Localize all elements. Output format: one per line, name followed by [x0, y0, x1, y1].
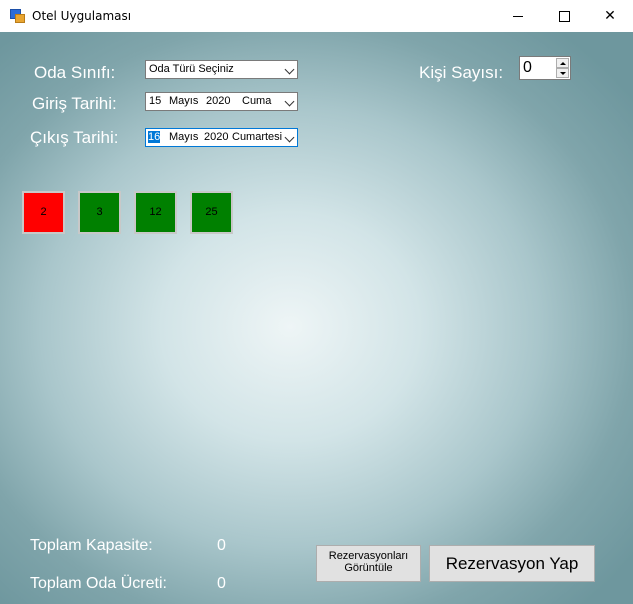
checkout-year[interactable]: 2020 [204, 131, 228, 143]
room-number: 3 [96, 206, 103, 218]
minimize-button[interactable] [495, 0, 541, 32]
room-button[interactable]: 2 [22, 191, 65, 234]
checkin-label: Giriş Tarihi: [32, 94, 117, 113]
close-icon: ✕ [604, 8, 616, 24]
checkin-year[interactable]: 2020 [206, 95, 230, 107]
checkout-day[interactable]: 16 [148, 131, 161, 143]
app-window: Otel Uygulaması ✕ Oda Sınıfı: Oda Türü S… [0, 0, 633, 604]
spin-down-button[interactable] [556, 68, 569, 78]
total-capacity-value: 0 [217, 537, 226, 554]
checkout-datepicker[interactable]: 16 Mayıs 2020 Cumartesi [145, 128, 298, 147]
view-reservations-label-2: Görüntüle [344, 562, 393, 574]
room-button[interactable]: 12 [134, 191, 177, 234]
person-count-label: Kişi Sayısı: [419, 63, 504, 82]
checkin-datepicker[interactable]: 15 Mayıs 2020 Cuma [145, 92, 298, 111]
room-number: 25 [205, 206, 218, 218]
view-reservations-label-1: Rezervasyonları [328, 550, 409, 562]
chevron-down-icon[interactable] [284, 64, 295, 75]
checkout-label: Çıkış Tarihi: [30, 128, 119, 147]
room-class-combobox[interactable]: Oda Türü Seçiniz [145, 60, 298, 79]
chevron-down-icon[interactable] [284, 132, 295, 143]
window-title: Otel Uygulaması [32, 9, 132, 23]
room-class-label: Oda Sınıfı: [34, 63, 116, 82]
maximize-icon [559, 11, 570, 22]
make-reservation-label: Rezervasyon Yap [445, 554, 579, 573]
room-button[interactable]: 3 [78, 191, 121, 234]
room-class-value: Oda Türü Seçiniz [149, 63, 234, 75]
maximize-button[interactable] [541, 0, 587, 32]
arrow-down-icon [560, 72, 566, 75]
minimize-icon [513, 16, 523, 17]
checkin-weekday[interactable]: Cuma [242, 95, 271, 107]
view-reservations-button[interactable]: Rezervasyonları Görüntüle [316, 545, 421, 582]
checkout-weekday[interactable]: Cumartesi [232, 131, 282, 143]
spin-up-button[interactable] [556, 58, 569, 68]
room-number: 12 [149, 206, 162, 218]
total-capacity-label: Toplam Kapasite: [30, 537, 153, 554]
title-bar: Otel Uygulaması ✕ [0, 0, 633, 33]
arrow-up-icon [560, 62, 566, 65]
checkin-day[interactable]: 15 [149, 95, 161, 107]
person-count-spinner[interactable]: 0 [519, 56, 571, 80]
total-price-label: Toplam Oda Ücreti: [30, 575, 167, 592]
checkin-month[interactable]: Mayıs [169, 95, 198, 107]
close-button[interactable]: ✕ [587, 0, 633, 32]
person-count-value[interactable]: 0 [523, 59, 532, 77]
room-button[interactable]: 25 [190, 191, 233, 234]
form-client-area: Oda Sınıfı: Oda Türü Seçiniz Giriş Tarih… [0, 32, 633, 604]
make-reservation-button[interactable]: Rezervasyon Yap [429, 545, 595, 582]
total-price-value: 0 [217, 575, 226, 592]
chevron-down-icon[interactable] [284, 96, 295, 107]
room-number: 2 [40, 206, 47, 218]
app-icon [10, 9, 25, 23]
checkout-month[interactable]: Mayıs [169, 131, 198, 143]
